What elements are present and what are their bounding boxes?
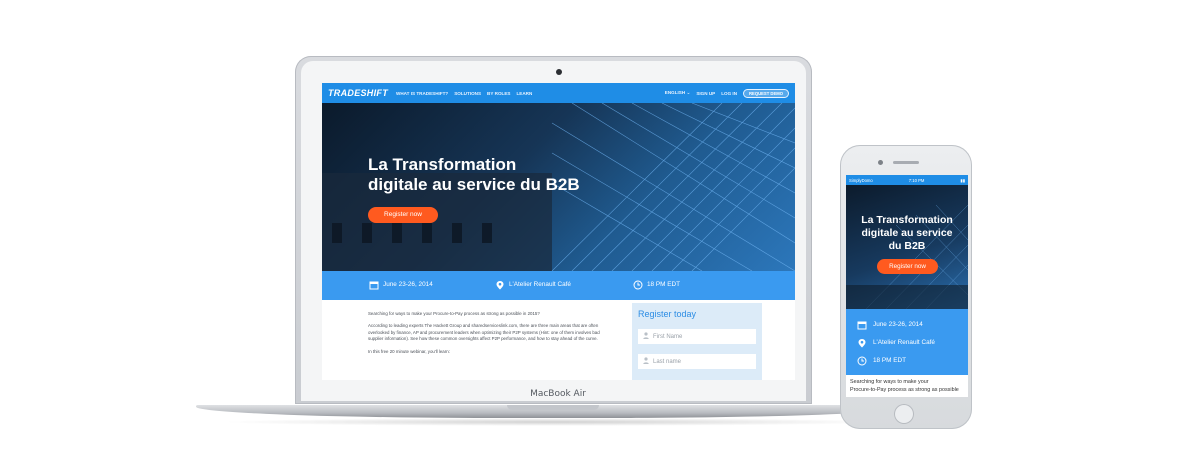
mobile-description-line-2: Procure-to-Pay process as strong as poss… [850,387,959,393]
desktop-hero: La Transformation digitale au service du… [322,103,795,271]
first-name-placeholder: First Name [653,333,683,340]
description-paragraph-1: Searching for ways to make your Procure-… [368,311,540,316]
laptop-notch [507,405,599,410]
clock-icon [856,355,867,366]
battery-icon: ▮▮ [960,177,965,183]
mobile-hero-title-line-3: du B2B [888,240,926,252]
description-paragraph-3: In this free 20 minute webinar, you'll l… [368,348,450,354]
status-time: 7:10 PM [908,177,925,183]
language-selector[interactable]: ENGLISH ⌄ [665,90,691,96]
tradeshift-logo[interactable]: TRADESHIFT [328,88,388,98]
mobile-description-line-1: Searching for ways to make your [850,379,929,385]
event-time: 18 PM EDT [632,279,680,290]
mobile-event-time-text: 18 PM EDT [873,357,907,364]
phone-status-bar: SimplyDomo 7:10 PM ▮▮ [846,175,968,185]
user-icon [643,357,649,366]
last-name-field[interactable]: Last name [638,354,756,369]
nav-link-what-is[interactable]: WHAT IS TRADESHIFT? [396,91,448,96]
chevron-down-icon: ⌄ [686,90,691,95]
phone-camera [878,160,883,165]
clock-icon [632,279,643,290]
language-label: ENGLISH [664,90,686,95]
mobile-event-info: June 23-26, 2014 L'Atelier Renault Café … [846,309,968,375]
register-now-button[interactable]: Register now [368,207,438,223]
mobile-hero: La Transformation digitale au service du… [846,185,968,309]
mobile-hero-title-line-1: La Transformation [861,214,953,226]
signup-link[interactable]: SIGN UP [696,91,715,96]
first-name-field[interactable]: First Name [638,329,756,344]
mobile-hero-title-line-2: digitale au service [861,227,953,239]
login-link[interactable]: LOG IN [721,91,737,96]
laptop-screen: TRADESHIFT WHAT IS TRADESHIFT? SOLUTIONS… [322,83,795,380]
mobile-event-date: June 23-26, 2014 [856,319,923,330]
hero-title-line-2: digitale au service du B2B [368,175,580,194]
mobile-description: Searching for ways to make your Procure-… [850,378,966,394]
laptop-camera [556,69,562,75]
calendar-icon [856,319,867,330]
map-pin-icon [494,279,505,290]
last-name-placeholder: Last name [653,358,682,365]
registration-form: Register today First Name Last name [632,303,762,380]
mobile-register-now-button[interactable]: Register now [877,259,938,274]
event-time-text: 18 PM EDT [647,281,681,288]
nav-link-learn[interactable]: LEARN [516,91,532,96]
phone-home-button[interactable] [894,404,914,424]
registration-form-title: Register today [638,309,697,319]
phone-screen: SimplyDomo 7:10 PM ▮▮ La Transformation … [846,175,968,397]
mobile-event-date-text: June 23-26, 2014 [873,321,923,328]
event-location-text: L'Atelier Renault Café [509,281,571,288]
desktop-body: Searching for ways to make your Procure-… [322,300,795,380]
webinar-description: Searching for ways to make your Procure-… [368,311,614,361]
event-info-bar: June 23-26, 2014 L'Atelier Renault Café … [322,271,795,300]
hero-title-line-1: La Transformation [368,155,517,174]
user-icon [643,332,649,341]
event-date: June 23-26, 2014 [368,279,433,290]
desktop-nav-bar: TRADESHIFT WHAT IS TRADESHIFT? SOLUTIONS… [322,83,795,103]
description-paragraph-2: According to leading experts The Hackett… [368,323,600,342]
hero-title: La Transformation digitale au service du… [368,155,628,195]
nav-link-solutions[interactable]: SOLUTIONS [454,91,481,96]
laptop-brand-label: MacBook Air [530,389,586,399]
mobile-hero-title: La Transformation digitale au service du… [850,214,964,253]
laptop-shadow [220,418,890,426]
map-pin-icon [856,337,867,348]
nav-link-by-roles[interactable]: BY ROLES [487,91,510,96]
event-location: L'Atelier Renault Café [494,279,571,290]
mobile-event-location-text: L'Atelier Renault Café [873,339,935,346]
event-date-text: June 23-26, 2014 [383,281,433,288]
request-demo-button[interactable]: REQUEST DEMO [743,88,789,98]
mobile-event-location: L'Atelier Renault Café [856,337,935,348]
calendar-icon [368,279,379,290]
phone-speaker [893,161,919,164]
carrier-label: SimplyDomo [849,177,873,183]
mobile-event-time: 18 PM EDT [856,355,906,366]
